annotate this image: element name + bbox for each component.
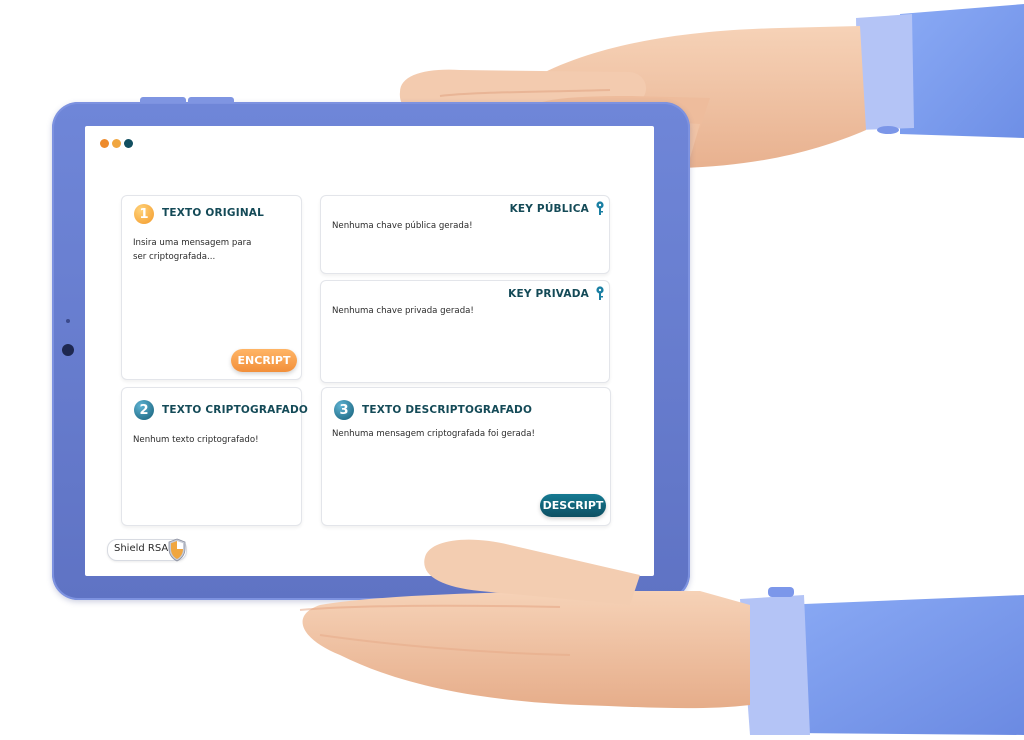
- key-icon: [596, 201, 604, 215]
- card-private-key: KEY PRIVADA Nenhuma chave privada gerada…: [320, 280, 610, 383]
- window-dot-orange: [100, 139, 109, 148]
- card-title-private-key: KEY PRIVADA: [508, 288, 589, 300]
- window-dot-teal: [124, 139, 133, 148]
- shield-rsa-logo: Shield RSA: [107, 538, 187, 562]
- decrypted-text: Nenhuma mensagem criptografada foi gerad…: [332, 429, 535, 439]
- original-text-input[interactable]: Insira uma mensagem para ser criptografa…: [133, 236, 263, 264]
- encrypted-text: Nenhum texto criptografado!: [133, 435, 259, 445]
- step-badge-2: 2: [134, 400, 154, 420]
- bottom-hand: [299, 539, 1024, 735]
- card-title-decrypted: TEXTO DESCRIPTOGRAFADO: [362, 404, 533, 416]
- logo-text: Shield RSA: [114, 543, 169, 554]
- card-decrypted-text: 3 TEXTO DESCRIPTOGRAFADO Nenhuma mensage…: [321, 387, 611, 526]
- window-dots: [100, 139, 133, 148]
- window-dot-yellow: [112, 139, 121, 148]
- private-key-text: Nenhuma chave privada gerada!: [332, 306, 474, 316]
- tablet-sensor: [66, 319, 70, 323]
- encript-button[interactable]: ENCRIPT: [231, 349, 297, 372]
- step-badge-1: 1: [134, 204, 154, 224]
- tablet-camera: [62, 344, 74, 356]
- card-original-text: 1 TEXTO ORIGINAL Insira uma mensagem par…: [121, 195, 302, 380]
- card-title-original: TEXTO ORIGINAL: [162, 207, 265, 219]
- card-public-key: KEY PÚBLICA Nenhuma chave pública gerada…: [320, 195, 610, 274]
- key-icon: [596, 286, 604, 300]
- tablet-screen: 1 TEXTO ORIGINAL Insira uma mensagem par…: [85, 126, 654, 576]
- descript-button[interactable]: DESCRIPT: [540, 494, 606, 517]
- card-encrypted-text: 2 TEXTO CRIPTOGRAFADO Nenhum texto cript…: [121, 387, 308, 526]
- card-title-encrypted: TEXTO CRIPTOGRAFADO: [162, 404, 309, 416]
- shield-icon: [168, 538, 186, 562]
- tablet-volume-button: [140, 97, 186, 103]
- step-badge-3: 3: [334, 400, 354, 420]
- public-key-text: Nenhuma chave pública gerada!: [332, 221, 473, 231]
- tablet-power-button: [188, 97, 234, 103]
- illustration-scene: 1 TEXTO ORIGINAL Insira uma mensagem par…: [0, 0, 1024, 740]
- card-title-public-key: KEY PÚBLICA: [509, 203, 589, 215]
